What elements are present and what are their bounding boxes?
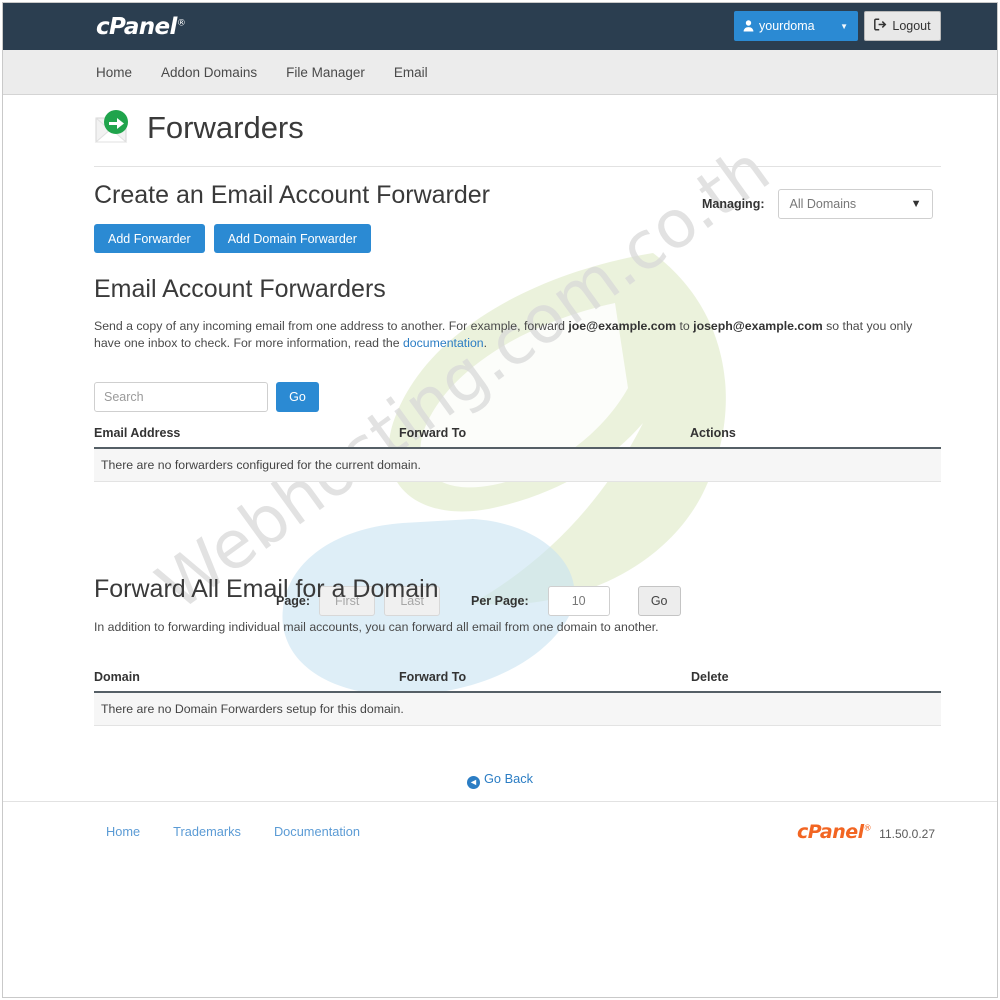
desc-text-1: Send a copy of any incoming email from o… <box>94 319 569 333</box>
cpanel-version: 11.50.0.27 <box>879 827 935 841</box>
search-go-button[interactable]: Go <box>276 382 319 412</box>
managing-domain-control: Managing: All Domains ▼ <box>702 189 933 219</box>
column-email-address: Email Address <box>94 426 181 440</box>
add-forwarder-button[interactable]: Add Forwarder <box>94 224 205 253</box>
page-footer: Home Trademarks Documentation cPanel® 11… <box>3 802 997 862</box>
empty-state-message: There are no Domain Forwarders setup for… <box>94 693 941 726</box>
registered-mark: ® <box>863 823 872 833</box>
cpanel-logo: cPanel® <box>96 14 186 40</box>
table-header-row: Email Address Forward To Actions <box>94 426 941 449</box>
email-forwarders-heading: Email Account Forwarders <box>94 275 386 303</box>
user-account-button[interactable]: yourdoma ▼ <box>734 11 858 41</box>
browser-page-frame: cPanel® yourdoma ▼ Logout Home Addon Dom… <box>2 2 998 998</box>
column-forward-to: Forward To <box>399 670 467 684</box>
documentation-link[interactable]: documentation <box>403 336 484 350</box>
column-forward-to: Forward To <box>399 426 467 440</box>
logout-button[interactable]: Logout <box>864 11 941 41</box>
nav-item-email[interactable]: Email <box>394 65 428 80</box>
page-header: Forwarders <box>94 109 304 147</box>
nav-item-file-manager[interactable]: File Manager <box>286 65 365 80</box>
empty-state-message: There are no forwarders configured for t… <box>94 449 941 482</box>
user-account-label: yourdoma <box>759 19 815 33</box>
managing-label: Managing: <box>702 197 765 211</box>
footer-link-trademarks[interactable]: Trademarks <box>173 824 241 839</box>
desc-text-2: to <box>676 319 694 333</box>
logout-icon <box>874 18 887 34</box>
table-header-row: Domain Forward To Delete <box>94 670 941 693</box>
footer-link-home[interactable]: Home <box>106 824 140 839</box>
cpanel-footer-logo: cPanel® <box>796 821 872 843</box>
logout-label: Logout <box>892 19 931 33</box>
per-page-go-button[interactable]: Go <box>637 586 681 616</box>
email-forwarders-description: Send a copy of any incoming email from o… <box>94 318 942 351</box>
forwarder-search-row: Go <box>94 382 319 412</box>
domain-forwarders-description: In addition to forwarding individual mai… <box>94 620 659 634</box>
person-icon <box>743 20 754 32</box>
go-back-label: Go Back <box>483 771 534 786</box>
domain-forwarders-heading: Forward All Email for a Domain <box>94 575 439 603</box>
go-back-link[interactable]: ◄ Go Back <box>466 771 534 789</box>
managing-domain-select[interactable]: All Domains ▼ <box>777 189 933 219</box>
screenshot-root: cPanel® yourdoma ▼ Logout Home Addon Dom… <box>0 0 1000 1000</box>
main-navigation-bar: Home Addon Domains File Manager Email <box>3 50 997 95</box>
chevron-down-icon: ▼ <box>840 21 848 31</box>
desc-text-4: . <box>483 335 488 350</box>
desc-email-from: joe@example.com <box>568 319 677 333</box>
nav-item-home[interactable]: Home <box>96 65 132 80</box>
top-header-bar: cPanel® yourdoma ▼ Logout <box>3 3 997 50</box>
footer-link-documentation[interactable]: Documentation <box>274 824 360 839</box>
cpanel-footer-logo-text: cPanel <box>796 821 864 843</box>
email-forwarders-table: Email Address Forward To Actions There a… <box>94 426 941 482</box>
column-actions: Actions <box>690 426 736 440</box>
cpanel-logo-text: cPanel <box>96 14 177 40</box>
domain-forwarders-table: Domain Forward To Delete There are no Do… <box>94 670 941 726</box>
column-domain: Domain <box>94 670 140 684</box>
nav-item-addon-domains[interactable]: Addon Domains <box>161 65 257 80</box>
column-delete: Delete <box>691 670 729 684</box>
footer-brand: cPanel® 11.50.0.27 <box>797 821 935 843</box>
managing-domain-value: All Domains <box>789 197 857 211</box>
forwarder-envelope-icon <box>94 109 134 147</box>
desc-email-to: joseph@example.com <box>693 319 823 333</box>
page-title: Forwarders <box>147 110 304 145</box>
registered-mark: ® <box>176 18 186 29</box>
search-input[interactable] <box>94 382 268 412</box>
header-divider <box>94 166 941 167</box>
chevron-down-icon: ▼ <box>910 198 922 210</box>
forwarder-action-buttons: Add Forwarder Add Domain Forwarder <box>94 224 371 253</box>
go-back-row: ◄ Go Back <box>3 771 997 789</box>
per-page-label: Per Page: <box>471 594 529 608</box>
per-page-input[interactable] <box>547 586 610 616</box>
arrow-left-circle-icon: ◄ <box>466 776 480 789</box>
create-forwarder-heading: Create an Email Account Forwarder <box>94 181 491 209</box>
add-domain-forwarder-button[interactable]: Add Domain Forwarder <box>213 224 371 253</box>
